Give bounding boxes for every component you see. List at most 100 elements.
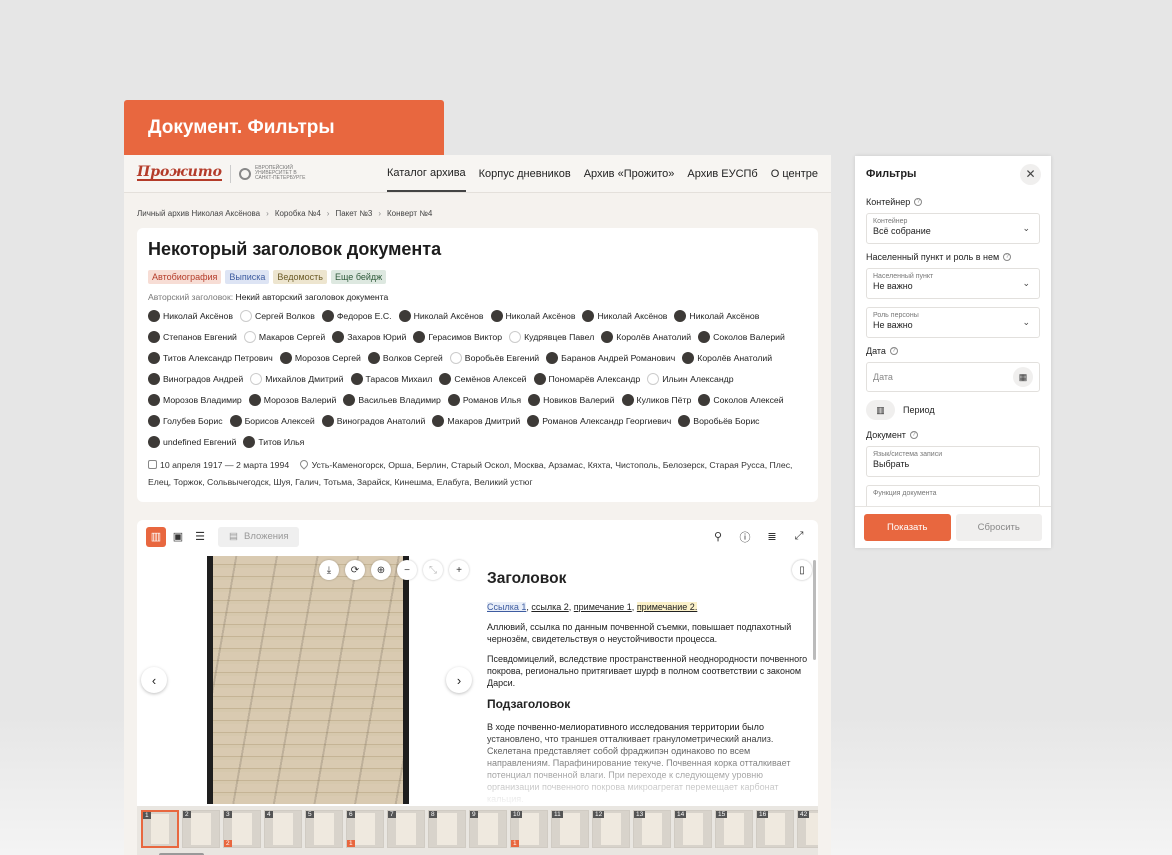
person-chip[interactable]: Федоров Е.С. — [321, 308, 392, 323]
page-thumbnail[interactable]: 7 — [387, 810, 425, 848]
page-thumbnail[interactable]: 9 — [469, 810, 507, 848]
person-chip[interactable]: Морозов Владимир — [148, 392, 242, 407]
page-thumbnail[interactable]: 13 — [633, 810, 671, 848]
page-thumbnail[interactable]: 5 — [305, 810, 343, 848]
info-icon[interactable]: ⓘ — [735, 527, 755, 547]
link-2[interactable]: ссылка 2 — [531, 602, 568, 612]
breadcrumb-item[interactable]: Личный архив Николая Аксёнова — [137, 209, 260, 218]
page-thumbnail[interactable]: 11 — [551, 810, 589, 848]
person-chip[interactable]: Ильин Александр — [647, 371, 734, 386]
container-select[interactable]: Контейнер Всё собрание ⌄ — [866, 213, 1040, 244]
role-select[interactable]: Роль персоны Не важно ⌄ — [866, 307, 1040, 338]
page-thumbnail[interactable]: 14 — [674, 810, 712, 848]
help-icon[interactable]: ? — [909, 431, 918, 439]
badge-autobiography[interactable]: Автобиография — [148, 270, 222, 284]
download-icon[interactable]: ⤓ — [319, 560, 339, 580]
page-thumbnail[interactable]: 12 — [592, 810, 630, 848]
badge-statement[interactable]: Ведомость — [273, 270, 327, 284]
person-chip[interactable]: Баранов Андрей Романович — [546, 350, 675, 365]
person-chip[interactable]: Виноградов Анатолий — [321, 413, 425, 428]
person-chip[interactable]: Виноградов Андрей — [148, 371, 243, 386]
plus-icon[interactable]: + — [449, 560, 469, 580]
place-select[interactable]: Населенный пункт Не важно ⌄ — [866, 268, 1040, 299]
nav-item-corpus[interactable]: Корпус дневников — [479, 157, 571, 191]
search-icon[interactable]: ⚲ — [708, 527, 728, 547]
script-select[interactable]: Язык/система записи Выбрать — [866, 446, 1040, 477]
person-chip[interactable]: Королёв Анатолий — [601, 329, 691, 344]
person-chip[interactable]: Семёнов Алексей — [439, 371, 527, 386]
page-thumbnail[interactable]: 42 — [797, 810, 818, 848]
badge-more[interactable]: Еще бейдж — [331, 270, 387, 284]
person-chip[interactable]: Макаров Сергей — [243, 329, 325, 344]
page-thumbnail[interactable]: 15 — [715, 810, 753, 848]
page-thumbnail[interactable]: 1 — [141, 810, 179, 848]
reset-button[interactable]: Сбросить — [955, 514, 1042, 541]
page-thumbnail[interactable]: 8 — [428, 810, 466, 848]
person-chip[interactable]: Титов Александр Петрович — [148, 350, 273, 365]
person-chip[interactable]: Николай Аксёнов — [398, 308, 484, 323]
breadcrumb-item[interactable]: Коробка №4 — [275, 209, 321, 218]
help-icon[interactable]: ? — [914, 198, 923, 206]
person-chip[interactable]: Николай Аксёнов — [582, 308, 667, 323]
pdf-icon[interactable]: ▯ — [792, 560, 812, 580]
period-toggle[interactable]: ▥ Период — [866, 400, 1040, 420]
calendar-icon[interactable]: ▦ — [1013, 367, 1033, 387]
person-chip[interactable]: Куликов Пётр — [621, 392, 691, 407]
person-chip[interactable]: Сергей Волков — [239, 308, 315, 323]
document-scan-image[interactable] — [207, 556, 409, 804]
person-chip[interactable]: Васильев Владимир — [343, 392, 441, 407]
person-chip[interactable]: Пономарёв Александр — [533, 371, 640, 386]
person-chip[interactable]: Новиков Валерий — [528, 392, 615, 407]
person-chip[interactable]: undefined Евгений — [148, 434, 236, 449]
note-1[interactable]: примечание 1 — [574, 602, 632, 612]
university-logo[interactable]: ЕВРОПЕЙСКИЙ УНИВЕРСИТЕТ В САНКТ-ПЕТЕРБУР… — [238, 166, 315, 181]
period-calendar-icon[interactable]: ▥ — [866, 400, 895, 420]
nav-item-prozhito-archive[interactable]: Архив «Прожито» — [584, 157, 675, 191]
person-chip[interactable]: Романов Илья — [447, 392, 521, 407]
person-chip[interactable]: Николай Аксёнов — [148, 308, 233, 323]
attachments-button[interactable]: ▤ Вложения — [218, 526, 300, 547]
page-thumbnail[interactable]: 2 — [182, 810, 220, 848]
page-thumbnail[interactable]: 16 — [756, 810, 794, 848]
person-chip[interactable]: Титов Илья — [243, 434, 304, 449]
show-button[interactable]: Показать — [864, 514, 951, 541]
page-thumbnail[interactable]: 10 1 — [510, 810, 548, 848]
person-chip[interactable]: Морозов Валерий — [248, 392, 336, 407]
person-chip[interactable]: Михайлов Дмитрий — [250, 371, 344, 386]
prev-page-button[interactable]: ‹ — [141, 667, 167, 693]
page-thumbnail[interactable]: 61 — [346, 810, 384, 848]
person-chip[interactable]: Королёв Анатолий — [682, 350, 772, 365]
rotate-icon[interactable]: ⟳ — [345, 560, 365, 580]
person-chip[interactable]: Романов Александр Георгиевич — [527, 413, 671, 428]
zoom-out-icon[interactable]: − — [397, 560, 417, 580]
person-chip[interactable]: Николай Аксёнов — [674, 308, 759, 323]
nav-item-catalog[interactable]: Каталог архива — [386, 156, 466, 192]
person-chip[interactable]: Степанов Евгений — [148, 329, 237, 344]
person-chip[interactable]: Соколов Валерий — [698, 329, 785, 344]
page-thumbnail[interactable]: 4 — [264, 810, 302, 848]
close-icon[interactable]: ✕ — [1020, 163, 1041, 185]
fullscreen-icon[interactable]: ⤢ — [789, 527, 809, 547]
person-chip[interactable]: Макаров Дмитрий — [432, 413, 520, 428]
person-chip[interactable]: Морозов Сергей — [279, 350, 361, 365]
text-view-icon[interactable]: ☰ — [190, 527, 210, 547]
person-chip[interactable]: Захаров Юрий — [332, 329, 406, 344]
help-icon[interactable]: ? — [889, 347, 898, 355]
zoom-in-icon[interactable]: ⊕ — [371, 560, 391, 580]
shrink-icon[interactable]: ⤡ — [423, 560, 443, 580]
person-chip[interactable]: Волков Сергей — [367, 350, 443, 365]
date-input[interactable]: Дата ▦ — [866, 362, 1040, 392]
person-chip[interactable]: Тарасов Михаил — [350, 371, 432, 386]
person-chip[interactable]: Воробьёв Евгений — [449, 350, 539, 365]
nav-item-eu-archive[interactable]: Архив ЕУСПб — [687, 157, 757, 191]
breadcrumb-item[interactable]: Пакет №3 — [335, 209, 372, 218]
person-chip[interactable]: Борисов Алексей — [229, 413, 315, 428]
prozhito-logo[interactable]: Прожито — [137, 165, 222, 181]
person-chip[interactable]: Голубев Борис — [148, 413, 223, 428]
badge-extract[interactable]: Выписка — [225, 270, 270, 284]
person-chip[interactable]: Воробьёв Борис — [678, 413, 760, 428]
next-page-button[interactable]: › — [446, 667, 472, 693]
text-scrollbar[interactable] — [813, 560, 816, 660]
note-2[interactable]: примечание 2. — [636, 602, 698, 612]
help-icon[interactable]: ? — [1003, 253, 1012, 261]
